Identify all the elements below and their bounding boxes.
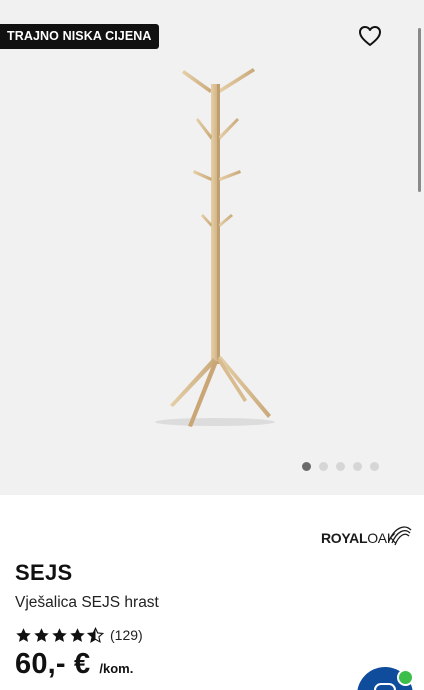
product-gallery[interactable]: TRAJNO NISKA CIJENA bbox=[0, 0, 424, 495]
chat-bubble-icon bbox=[374, 683, 396, 690]
price-unit: /kom. bbox=[99, 661, 134, 676]
star-half-icon bbox=[87, 626, 104, 643]
rating-stars bbox=[15, 626, 104, 644]
product-image[interactable] bbox=[140, 60, 290, 440]
carousel-dot-3[interactable] bbox=[336, 462, 345, 471]
carousel-dot-4[interactable] bbox=[353, 462, 362, 471]
product-title: SEJS bbox=[15, 560, 73, 585]
star-full-icon bbox=[52, 627, 67, 642]
rating-count: (129) bbox=[110, 627, 143, 643]
chat-status-indicator bbox=[397, 669, 414, 686]
carousel-dots[interactable] bbox=[302, 462, 379, 471]
carousel-dot-1[interactable] bbox=[302, 462, 311, 471]
star-full-icon bbox=[34, 627, 49, 642]
product-price: 60,- € /kom. bbox=[15, 648, 133, 681]
gallery-scrollbar[interactable] bbox=[418, 28, 421, 192]
carousel-dot-5[interactable] bbox=[370, 462, 379, 471]
royal-oak-swoosh-icon bbox=[388, 526, 412, 546]
heart-icon[interactable] bbox=[358, 25, 382, 47]
price-badge: TRAJNO NISKA CIJENA bbox=[0, 24, 159, 49]
carousel-dot-2[interactable] bbox=[319, 462, 328, 471]
star-full-icon bbox=[16, 627, 31, 642]
brand-logo[interactable]: ROYALOAK bbox=[321, 521, 413, 549]
product-rating[interactable]: (129) bbox=[15, 626, 143, 644]
brand-name-bold: ROYAL bbox=[321, 530, 368, 546]
price-value: 60,- € bbox=[15, 648, 91, 680]
star-full-icon bbox=[70, 627, 85, 642]
product-description: Vješalica SEJS hrast bbox=[15, 594, 159, 611]
